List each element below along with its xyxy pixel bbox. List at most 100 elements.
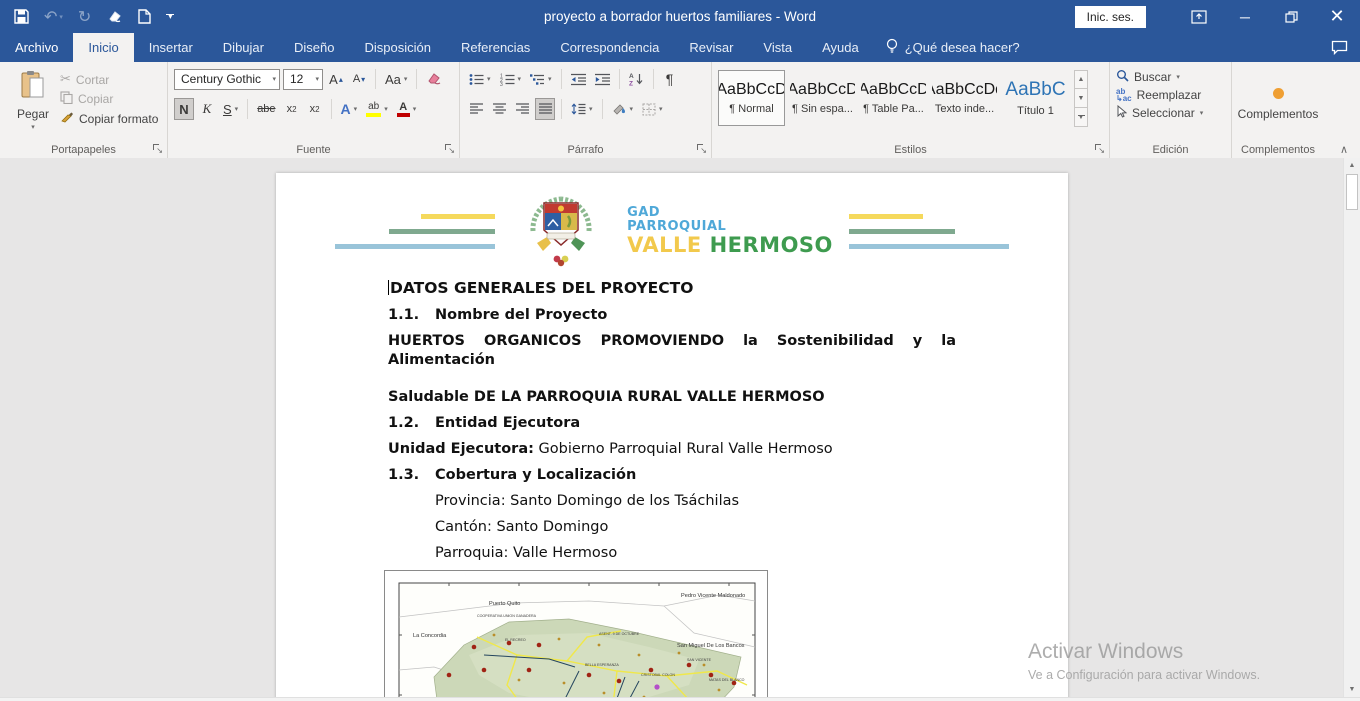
tab-referencias[interactable]: Referencias xyxy=(446,33,545,62)
font-dialog-launcher-icon[interactable] xyxy=(444,143,455,154)
editing-group-label: Edición xyxy=(1110,144,1231,156)
group-editing: Buscar ▾ ab↳ac Reemplazar Seleccionar ▾ … xyxy=(1110,62,1232,158)
svg-text:SAN VICENTE: SAN VICENTE xyxy=(687,658,712,662)
sort-icon[interactable]: AZ xyxy=(626,68,647,90)
addins-group-label: Complementos xyxy=(1232,144,1324,156)
tab-disposicion[interactable]: Disposición xyxy=(349,33,445,62)
logo-lines-left xyxy=(331,214,495,249)
ribbon-display-options-icon[interactable] xyxy=(1176,0,1222,33)
tab-archivo[interactable]: Archivo xyxy=(0,33,73,62)
close-button[interactable]: ✕ xyxy=(1314,0,1360,33)
justify-icon[interactable] xyxy=(535,98,555,120)
font-group-label: Fuente xyxy=(168,144,459,156)
provincia-line: Provincia: Santo Domingo de los Tsáchila… xyxy=(388,492,956,510)
style-normal[interactable]: AaBbCcD ¶ Normal xyxy=(718,70,785,126)
select-button[interactable]: Seleccionar ▾ xyxy=(1116,105,1225,121)
doc-heading: DATOS GENERALES DEL PROYECTO xyxy=(388,278,956,298)
text-cursor xyxy=(388,280,389,295)
sign-in-button[interactable]: Inic. ses. xyxy=(1075,6,1146,28)
tab-dibujar[interactable]: Dibujar xyxy=(208,33,279,62)
paste-button[interactable]: Pegar ▾ xyxy=(6,68,60,140)
paragraph-dialog-launcher-icon[interactable] xyxy=(696,143,707,154)
new-document-icon[interactable] xyxy=(138,0,151,33)
superscript-button[interactable]: x2 xyxy=(305,98,325,120)
style-texto-independiente[interactable]: AaBbCcDd Texto inde... xyxy=(931,70,998,126)
style-titulo-1[interactable]: AaBbC Título 1 xyxy=(1002,70,1069,126)
parish-map-image: Pedro Vicente Maldonado Puerto Quito La … xyxy=(389,575,763,697)
numbering-icon[interactable]: 123 ▾ xyxy=(497,68,525,90)
bold-button[interactable]: N xyxy=(174,98,194,120)
tab-vista[interactable]: Vista xyxy=(748,33,807,62)
styles-scroll-up-icon[interactable]: ▲ xyxy=(1074,70,1088,89)
document-header-logo: GAD PARROQUIAL VALLE HERMOSO xyxy=(276,193,1068,269)
decrease-indent-icon[interactable] xyxy=(568,68,589,90)
replace-button[interactable]: ab↳ac Reemplazar xyxy=(1116,88,1225,102)
strikethrough-button[interactable]: abe xyxy=(254,98,278,120)
line-spacing-icon[interactable]: ▾ xyxy=(568,98,596,120)
copy-button: Copiar xyxy=(60,91,158,107)
find-button[interactable]: Buscar ▾ xyxy=(1116,69,1225,85)
text-effects-button[interactable]: A▾ xyxy=(338,98,361,120)
styles-group-label: Estilos xyxy=(712,144,1109,156)
shrink-font-button[interactable]: A▾ xyxy=(349,68,369,90)
subscript-button[interactable]: x2 xyxy=(282,98,302,120)
multilevel-list-icon[interactable]: ▾ xyxy=(527,68,555,90)
clipboard-group-label: Portapapeles xyxy=(0,144,167,156)
svg-text:CRISTOBAL COLON: CRISTOBAL COLON xyxy=(641,673,675,677)
tab-inicio[interactable]: Inicio xyxy=(73,33,133,62)
map-figure[interactable]: Pedro Vicente Maldonado Puerto Quito La … xyxy=(384,570,768,697)
project-name-paragraph: HUERTOS ORGANICOS PROMOVIENDO la Sosteni… xyxy=(388,332,956,406)
underline-button[interactable]: S▾ xyxy=(220,98,241,120)
bullets-icon[interactable]: ▾ xyxy=(466,68,494,90)
scroll-down-icon[interactable]: ▼ xyxy=(1345,682,1359,697)
change-case-button[interactable]: Aa▾ xyxy=(382,68,410,90)
font-size-combobox[interactable]: 12▾ xyxy=(283,69,323,90)
tab-ayuda[interactable]: Ayuda xyxy=(807,33,874,62)
show-paragraph-marks-icon[interactable]: ¶ xyxy=(660,68,680,90)
customize-qat-icon[interactable]: ▾ xyxy=(166,0,174,33)
styles-scroll-down-icon[interactable]: ▼ xyxy=(1074,89,1088,108)
paste-dropdown-icon: ▾ xyxy=(31,123,35,131)
clipboard-dialog-launcher-icon[interactable] xyxy=(152,143,163,154)
comments-icon[interactable] xyxy=(1331,33,1348,62)
tell-me-label: ¿Qué desea hacer? xyxy=(905,40,1020,55)
style-table-paragraph[interactable]: AaBbCcD ¶ Table Pa... xyxy=(860,70,927,126)
grow-font-button[interactable]: A▴ xyxy=(326,68,346,90)
clear-formatting-icon[interactable] xyxy=(423,68,445,90)
restore-button[interactable] xyxy=(1268,0,1314,33)
tab-correspondencia[interactable]: Correspondencia xyxy=(545,33,674,62)
tab-insertar[interactable]: Insertar xyxy=(134,33,208,62)
document-body[interactable]: DATOS GENERALES DEL PROYECTO 1.1. Nombre… xyxy=(276,278,1068,697)
scroll-up-icon[interactable]: ▲ xyxy=(1345,158,1359,173)
save-icon[interactable] xyxy=(14,0,29,33)
eraser-icon[interactable] xyxy=(106,0,123,33)
vertical-scrollbar[interactable]: ▲ ▼ xyxy=(1343,158,1360,697)
text-highlight-button[interactable]: ab ▾ xyxy=(363,98,391,120)
style-sin-espaciado[interactable]: AaBbCcD ¶ Sin espa... xyxy=(789,70,856,126)
quick-access-toolbar: ↶▾ ↻ ▾ xyxy=(0,0,174,33)
font-name-combobox[interactable]: Century Gothic▾ xyxy=(174,69,280,90)
italic-button[interactable]: K xyxy=(197,98,217,120)
shading-icon[interactable]: ▾ xyxy=(609,98,637,120)
align-right-icon[interactable] xyxy=(512,98,532,120)
borders-icon[interactable]: ▾ xyxy=(639,98,666,120)
increase-indent-icon[interactable] xyxy=(592,68,613,90)
format-painter-button[interactable]: Copiar formato xyxy=(60,111,158,127)
tell-me-box[interactable]: ¿Qué desea hacer? xyxy=(874,33,1032,62)
scrollbar-thumb[interactable] xyxy=(1346,174,1358,210)
addins-button[interactable]: Complementos xyxy=(1238,68,1318,140)
lightbulb-icon xyxy=(886,38,898,57)
addin-dot-icon xyxy=(1273,88,1284,99)
font-color-button[interactable]: A ▾ xyxy=(394,98,420,120)
document-page[interactable]: GAD PARROQUIAL VALLE HERMOSO DATOS GENER… xyxy=(276,173,1068,697)
tab-revisar[interactable]: Revisar xyxy=(674,33,748,62)
align-center-icon[interactable] xyxy=(489,98,509,120)
collapse-ribbon-icon[interactable]: ∧ xyxy=(1340,143,1348,156)
styles-dialog-launcher-icon[interactable] xyxy=(1094,143,1105,154)
title-bar: ↶▾ ↻ ▾ proyecto a borrador huertos famil… xyxy=(0,0,1360,33)
minimize-button[interactable]: ─ xyxy=(1222,0,1268,33)
copy-icon xyxy=(60,91,73,107)
styles-gallery-more-icon[interactable]: ▼ xyxy=(1074,108,1088,127)
tab-diseno[interactable]: Diseño xyxy=(279,33,349,62)
align-left-icon[interactable] xyxy=(466,98,486,120)
